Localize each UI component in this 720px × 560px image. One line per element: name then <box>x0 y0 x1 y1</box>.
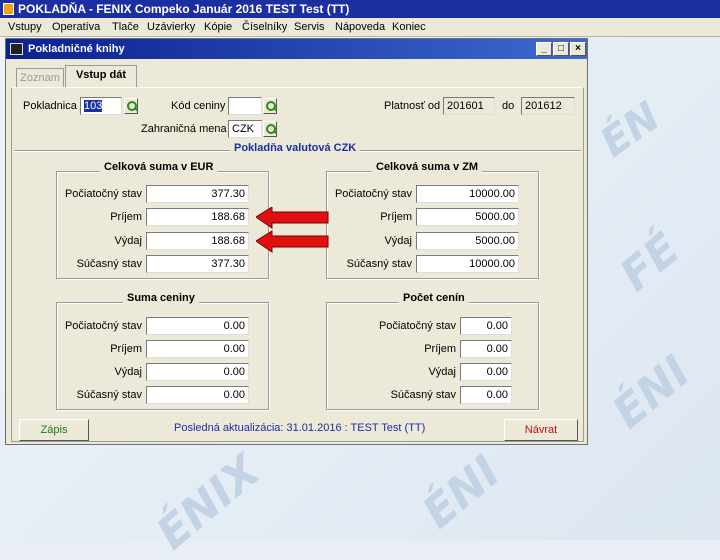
kod-ceniny-label: Kód ceniny <box>171 100 226 112</box>
zahranicna-mena-field[interactable]: CZK <box>228 120 262 138</box>
tab-zoznam[interactable]: Zoznam <box>16 68 64 88</box>
app-title-bar: POKLADŇA - FENIX Compeko Január 2016 TES… <box>0 0 720 18</box>
pc-vydaj-field[interactable]: 0.00 <box>460 363 512 381</box>
sc-prijem-field[interactable]: 0.00 <box>146 340 249 358</box>
eur-prijem-field[interactable]: 188.68 <box>146 208 249 226</box>
menu-bar: Vstupy Operatíva Tlače Uzávierky Kópie Č… <box>0 18 720 37</box>
menu-item-uzavierky[interactable]: Uzávierky <box>147 21 195 33</box>
pokladnica-value: 103 <box>84 100 103 112</box>
eur-sucasny-field[interactable]: 377.30 <box>146 255 249 273</box>
menu-item-servis[interactable]: Servis <box>294 21 325 33</box>
group-title-zm: Celková suma v ZM <box>372 161 483 173</box>
eur-prijem-label: Príjem <box>110 211 142 223</box>
menu-item-napoveda[interactable]: Nápoveda <box>335 21 385 33</box>
zapis-button[interactable]: Zápis <box>19 419 89 441</box>
sc-sucasny-field[interactable]: 0.00 <box>146 386 249 404</box>
zm-sucasny-field[interactable]: 10000.00 <box>416 255 519 273</box>
zm-vydaj-field[interactable]: 5000.00 <box>416 232 519 250</box>
window-icon <box>10 43 23 55</box>
pokladnica-field[interactable]: 103 <box>80 97 122 115</box>
group-title-pocet-cenin: Počet cenín <box>399 292 469 304</box>
eur-sucasny-label: Súčasný stav <box>76 258 142 270</box>
eur-vydaj-field[interactable]: 188.68 <box>146 232 249 250</box>
pc-prijem-field[interactable]: 0.00 <box>460 340 512 358</box>
watermark-decoration: FÉ <box>610 223 690 302</box>
minimize-button[interactable]: _ <box>536 42 552 56</box>
pc-sucasny-field[interactable]: 0.00 <box>460 386 512 404</box>
watermark-decoration: ÉNI <box>603 346 700 439</box>
pc-prijem-label: Príjem <box>424 343 456 355</box>
window-title: Pokladničné knihy <box>28 43 125 55</box>
eur-pociatocny-label: Počiatočný stav <box>64 188 142 200</box>
app-icon <box>3 3 14 15</box>
zm-pociatocny-label: Počiatočný stav <box>334 188 412 200</box>
pokladnica-label: Pokladnica <box>23 100 77 112</box>
sc-vydaj-label: Výdaj <box>114 366 142 378</box>
app-title: POKLADŇA - FENIX Compeko Január 2016 TES… <box>18 2 350 16</box>
platnost-od-label: Platnosť od <box>384 100 441 112</box>
sc-pociatocny-label: Počiatočný stav <box>64 320 142 332</box>
menu-item-tlace[interactable]: Tlače <box>112 21 139 33</box>
zm-vydaj-label: Výdaj <box>384 235 412 247</box>
do-label: do <box>502 100 515 112</box>
watermark-decoration: ÉNI <box>413 446 510 539</box>
menu-item-koniec[interactable]: Koniec <box>392 21 426 33</box>
zm-prijem-field[interactable]: 5000.00 <box>416 208 519 226</box>
section-title: Pokladňa valutová CZK <box>230 142 361 154</box>
eur-vydaj-label: Výdaj <box>114 235 142 247</box>
group-title-eur: Celková suma v EUR <box>100 161 218 173</box>
navrat-button[interactable]: Návrat <box>504 419 578 441</box>
group-title-suma-ceniny: Suma ceniny <box>123 292 199 304</box>
pc-sucasny-label: Súčasný stav <box>390 389 456 401</box>
zahranicna-mena-lookup-icon[interactable] <box>263 121 277 137</box>
maximize-button[interactable]: □ <box>553 42 569 56</box>
platnost-od-field: 201601 <box>443 97 495 115</box>
pokladnica-lookup-icon[interactable] <box>124 98 138 114</box>
pc-pociatocny-label: Počiatočný stav <box>378 320 456 332</box>
sc-vydaj-field[interactable]: 0.00 <box>146 363 249 381</box>
close-button[interactable]: × <box>570 42 586 56</box>
sc-prijem-label: Príjem <box>110 343 142 355</box>
pokladnicne-knihy-window: Pokladničné knihy _ □ × Zoznam Vstup dát… <box>5 38 588 445</box>
menu-item-operativa[interactable]: Operatíva <box>52 21 100 33</box>
sc-sucasny-label: Súčasný stav <box>76 389 142 401</box>
zm-prijem-label: Príjem <box>380 211 412 223</box>
zahranicna-mena-label: Zahraničná mena <box>141 123 227 135</box>
pc-pociatocny-field[interactable]: 0.00 <box>460 317 512 335</box>
kod-ceniny-field[interactable] <box>228 97 262 115</box>
menu-item-ciselniky[interactable]: Číselníky <box>242 21 287 33</box>
zm-sucasny-label: Súčasný stav <box>346 258 412 270</box>
kod-ceniny-lookup-icon[interactable] <box>263 98 277 114</box>
menu-item-kopie[interactable]: Kópie <box>204 21 232 33</box>
watermark-decoration: ÉNIX <box>147 445 270 560</box>
red-arrow-icon <box>256 207 329 253</box>
sc-pociatocny-field[interactable]: 0.00 <box>146 317 249 335</box>
tab-vstup-dat[interactable]: Vstup dát <box>65 65 137 88</box>
watermark-decoration: ÉN <box>592 93 669 167</box>
menu-item-vstupy[interactable]: Vstupy <box>8 21 42 33</box>
last-update-status: Posledná aktualizácia: 31.01.2016 : TEST… <box>174 422 426 434</box>
do-field: 201612 <box>521 97 575 115</box>
eur-pociatocny-field[interactable]: 377.30 <box>146 185 249 203</box>
window-title-bar[interactable]: Pokladničné knihy <box>6 39 587 59</box>
zm-pociatocny-field[interactable]: 10000.00 <box>416 185 519 203</box>
pc-vydaj-label: Výdaj <box>428 366 456 378</box>
